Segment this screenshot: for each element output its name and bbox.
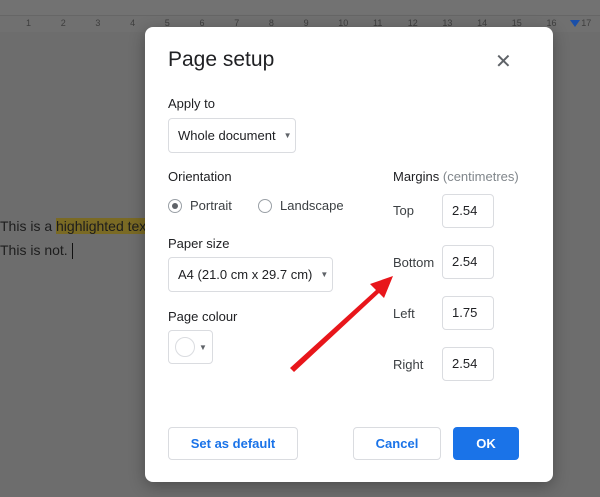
paper-size-label: Paper size xyxy=(168,236,230,251)
portrait-label: Portrait xyxy=(190,198,232,213)
landscape-radio[interactable]: Landscape xyxy=(258,198,344,213)
margins-title: Margins xyxy=(393,169,440,184)
bottom-margin-label: Bottom xyxy=(393,255,435,270)
ruler-number: 1 xyxy=(26,18,32,28)
ruler-number: 2 xyxy=(60,18,66,28)
paper-size-value: A4 (21.0 cm x 29.7 cm) xyxy=(178,267,313,282)
portrait-radio[interactable]: Portrait xyxy=(168,198,232,213)
apply-to-select[interactable]: Whole document ▼ xyxy=(168,118,296,153)
set-as-default-button[interactable]: Set as default xyxy=(168,427,298,460)
plain-text: This is a xyxy=(0,218,57,234)
document-line-1: This is a highlighted text. xyxy=(0,214,155,238)
left-margin-input[interactable]: 1.75 xyxy=(442,296,494,330)
dropdown-arrow-icon: ▼ xyxy=(320,270,329,279)
highlighted-text: highlighted text. xyxy=(56,218,155,234)
landscape-label: Landscape xyxy=(280,198,344,213)
paper-size-select[interactable]: A4 (21.0 cm x 29.7 cm) ▼ xyxy=(168,257,333,292)
margins-unit: (centimetres) xyxy=(442,169,519,184)
ruler-number: 17 xyxy=(581,18,592,28)
cancel-button[interactable]: Cancel xyxy=(353,427,441,460)
dropdown-arrow-icon: ▼ xyxy=(199,342,207,352)
ruler-number: 16 xyxy=(546,18,557,28)
colour-swatch-icon xyxy=(175,337,195,357)
ruler-number: 4 xyxy=(130,18,136,28)
ruler-number: 3 xyxy=(95,18,101,28)
radio-unselected-icon xyxy=(258,198,272,213)
apply-to-value: Whole document xyxy=(178,128,276,143)
right-margin-input[interactable]: 2.54 xyxy=(442,347,494,381)
left-margin-label: Left xyxy=(393,306,415,321)
page-colour-picker[interactable]: ▼ xyxy=(168,330,213,364)
close-icon[interactable]: ✕ xyxy=(495,49,512,74)
text-cursor xyxy=(71,243,74,260)
margins-label: Margins (centimetres) xyxy=(393,169,519,184)
dialog-title: Page setup xyxy=(168,48,275,71)
page-colour-label: Page colour xyxy=(168,309,238,324)
dropdown-arrow-icon: ▼ xyxy=(283,131,292,140)
bottom-margin-input[interactable]: 2.54 xyxy=(442,245,494,279)
document-line-2: This is not. xyxy=(0,238,154,262)
toolbar xyxy=(0,0,600,16)
plain-text: This is not. xyxy=(0,242,68,258)
right-indent-marker[interactable] xyxy=(570,20,580,27)
radio-selected-icon xyxy=(168,198,182,213)
document-body[interactable]: This is a highlighted text. This is not. xyxy=(0,214,155,262)
right-margin-label: Right xyxy=(393,357,424,372)
top-margin-label: Top xyxy=(393,203,414,218)
top-margin-input[interactable]: 2.54 xyxy=(442,194,494,228)
apply-to-label: Apply to xyxy=(168,96,215,111)
orientation-label: Orientation xyxy=(168,169,232,184)
ok-button[interactable]: OK xyxy=(453,427,519,460)
page-setup-dialog: Page setup ✕ Apply to Whole document ▼ Or… xyxy=(145,27,553,482)
